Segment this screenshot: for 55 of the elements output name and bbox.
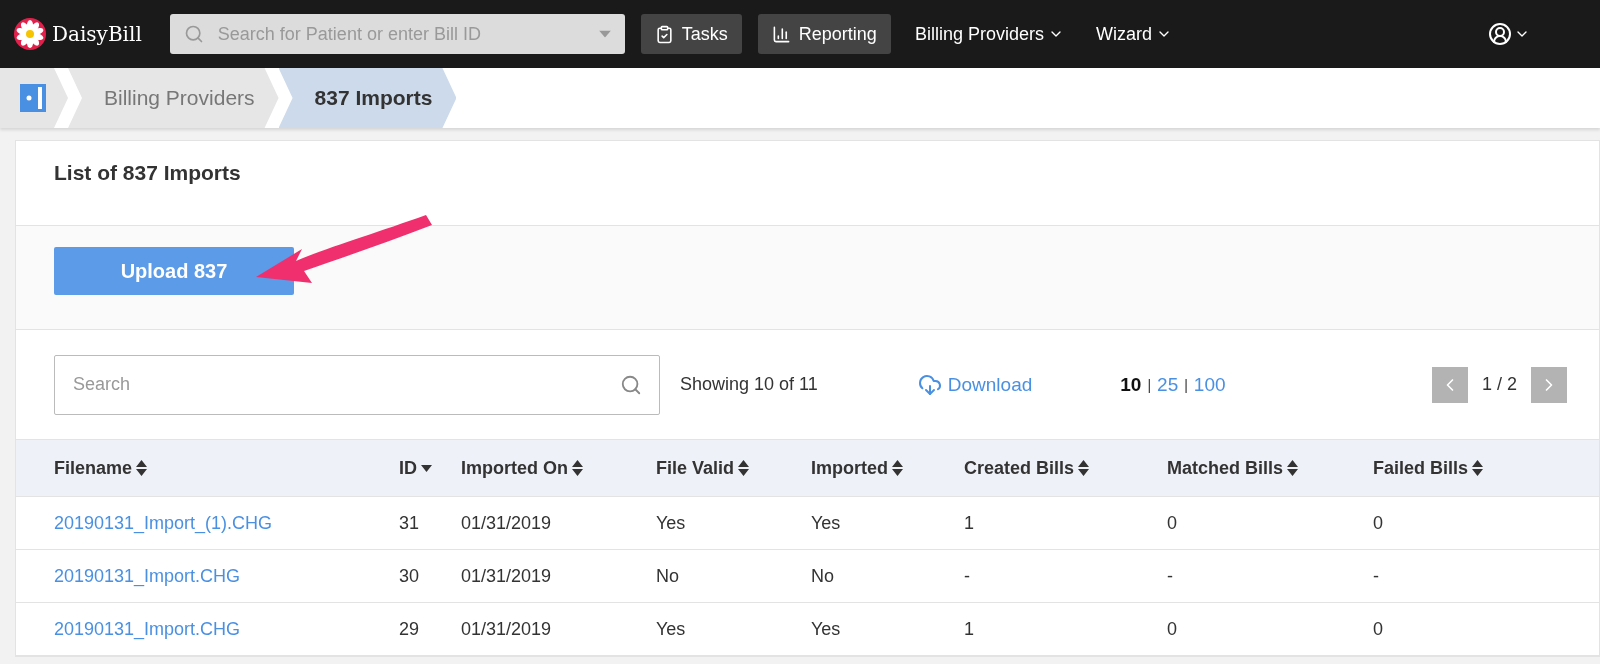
- table-cell: -: [1373, 565, 1379, 586]
- table-cell: 1: [964, 512, 974, 533]
- table-cell: -: [1167, 565, 1173, 586]
- column-header[interactable]: Matched Bills: [1167, 457, 1299, 479]
- table-cell: 29: [399, 618, 420, 639]
- column-header[interactable]: File Valid: [656, 457, 750, 479]
- separator-text: |: [1184, 376, 1188, 393]
- column-header[interactable]: Imported: [811, 457, 903, 479]
- column-header[interactable]: Filename: [54, 457, 148, 479]
- table-cell: Yes: [811, 618, 841, 639]
- table-cell: 1: [964, 618, 974, 639]
- table-cell: 01/31/2019: [461, 565, 552, 586]
- bar-chart-icon: [771, 24, 791, 44]
- dropdown-caret-icon: [598, 30, 611, 38]
- page-indicator: 1 / 2: [1481, 374, 1517, 395]
- column-header[interactable]: ID: [399, 457, 432, 479]
- table-cell: No: [656, 565, 679, 586]
- table-cell: Yes: [811, 512, 841, 533]
- separator-text: |: [1147, 376, 1152, 393]
- column-header[interactable]: Created Bills: [964, 457, 1090, 479]
- table-cell: 0: [1373, 512, 1383, 533]
- breadcrumb-item[interactable]: 837 Imports: [278, 68, 457, 128]
- brand-name: DaisyBill: [52, 22, 142, 46]
- document-icon: [18, 83, 48, 113]
- table-cell: 0: [1373, 618, 1383, 639]
- search-icon: [620, 373, 642, 396]
- cloud-download-icon: [917, 372, 942, 397]
- table-cell: 01/31/2019: [461, 618, 552, 639]
- search-icon: [183, 24, 204, 44]
- column-header[interactable]: Failed Bills: [1373, 457, 1484, 479]
- breadcrumb-item[interactable]: Billing Providers: [68, 68, 279, 128]
- nav-menu[interactable]: Billing Providers: [906, 23, 1072, 45]
- user-icon: [1488, 22, 1512, 46]
- tasks-button[interactable]: Tasks: [640, 14, 742, 54]
- patient-search-field[interactable]: Search for Patient or enter Bill ID: [169, 14, 625, 54]
- table-cell: 0: [1167, 512, 1177, 533]
- clipboard-icon: [654, 24, 674, 44]
- table-cell: Yes: [656, 618, 686, 639]
- home-crumb[interactable]: [0, 68, 68, 128]
- table-cell: -: [964, 565, 970, 586]
- next-page-button[interactable]: [1531, 366, 1567, 403]
- table-cell: Yes: [656, 512, 686, 533]
- previous-page-button[interactable]: [1431, 366, 1468, 403]
- showing-count: Showing 10 of 11: [680, 374, 818, 395]
- table-cell: 30: [399, 565, 420, 586]
- table-cell: 31: [399, 512, 420, 533]
- table-cell: 0: [1167, 618, 1177, 639]
- page-size-link[interactable]: 10: [1120, 373, 1142, 396]
- search-field[interactable]: Search: [54, 354, 660, 415]
- reporting-button[interactable]: Reporting: [757, 14, 891, 54]
- daisy-logo-icon: [14, 18, 46, 50]
- column-header[interactable]: Imported On: [461, 457, 583, 479]
- nav-menu[interactable]: Wizard: [1087, 23, 1180, 45]
- table-cell: 01/31/2019: [461, 512, 552, 533]
- table-cell: No: [811, 565, 834, 586]
